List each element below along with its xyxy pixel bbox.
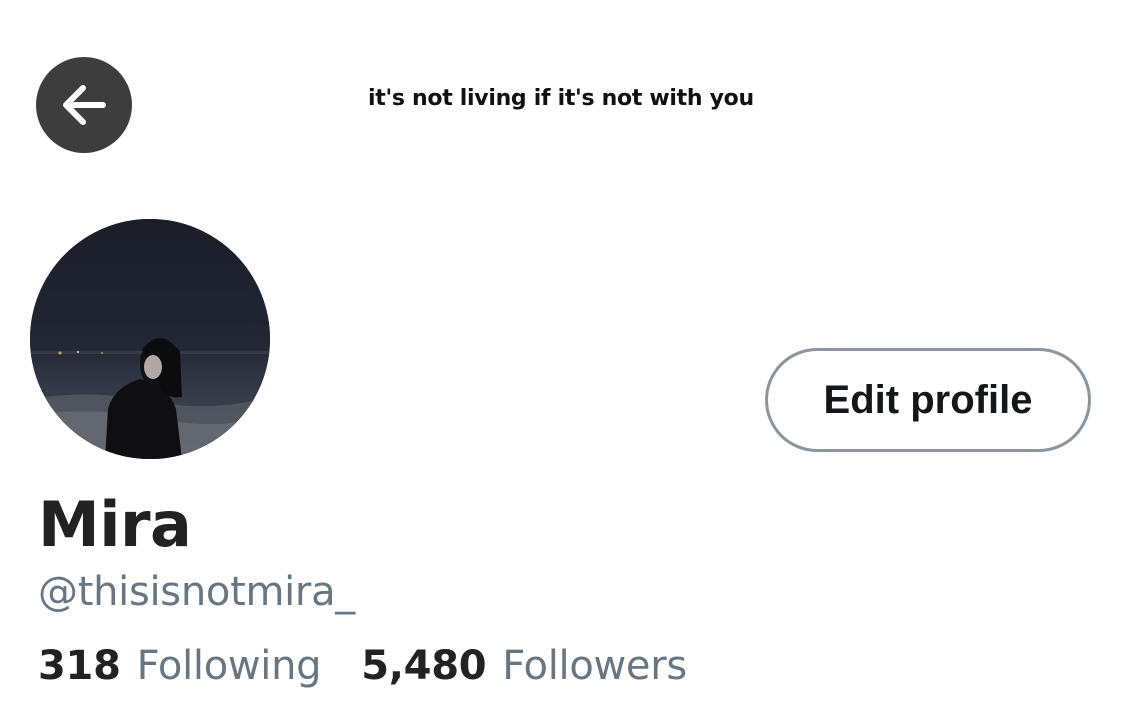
edit-profile-button[interactable]: Edit profile: [765, 348, 1091, 452]
user-handle: @thisisnotmira_: [38, 569, 355, 615]
following-count: 318: [38, 643, 121, 689]
banner-text: it's not living if it's not with you: [368, 86, 754, 111]
display-name: Mira: [38, 488, 192, 561]
arrow-left-icon: [57, 78, 111, 132]
followers-count: 5,480: [361, 643, 487, 689]
following-label: Following: [136, 643, 322, 689]
followers-stat[interactable]: 5,480 Followers: [361, 646, 687, 686]
header-banner[interactable]: it's not living if it's not with you: [0, 0, 1125, 200]
following-stat[interactable]: 318 Following: [38, 643, 322, 689]
profile-stats: 318 Following 5,480 Followers: [38, 646, 687, 686]
followers-label: Followers: [502, 643, 687, 689]
back-button[interactable]: [36, 57, 132, 153]
avatar[interactable]: [30, 219, 270, 459]
